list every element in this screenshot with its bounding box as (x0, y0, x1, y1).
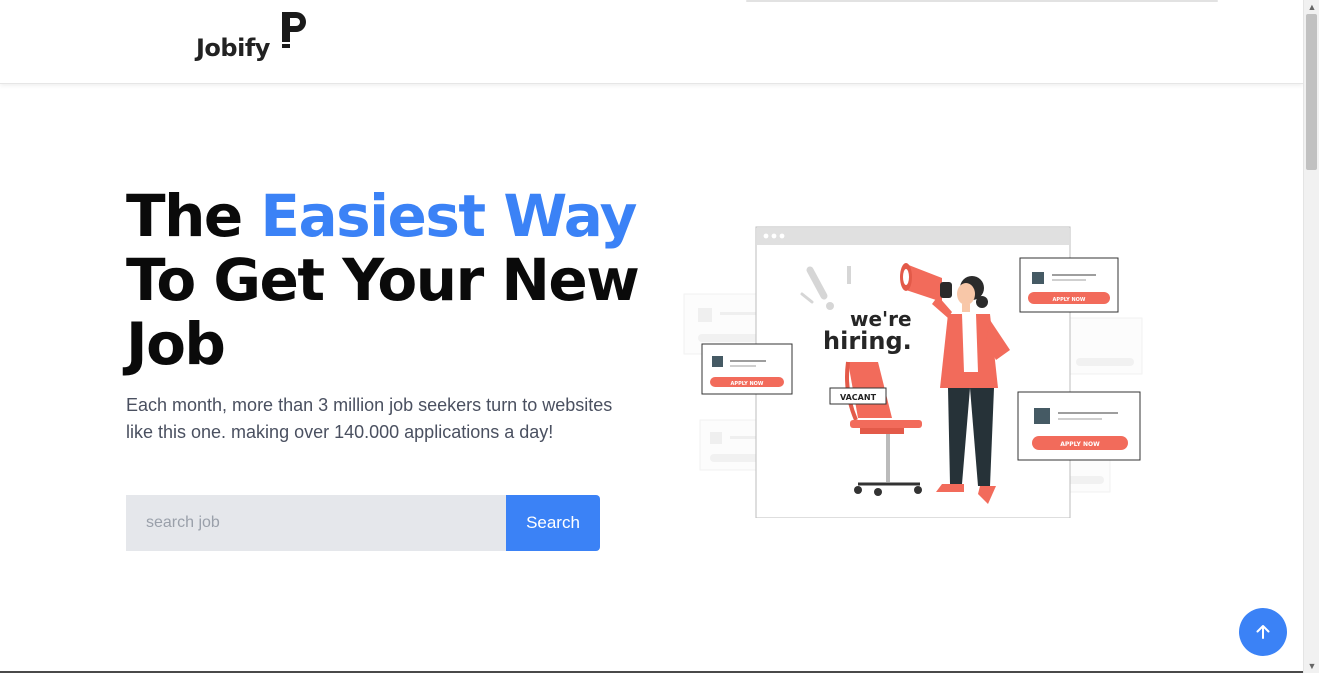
apply-label: APPLY NOW (1060, 441, 1100, 448)
job-card: APPLY NOW (701, 343, 793, 395)
faded-job-card (1067, 317, 1143, 375)
logo-mark-icon (282, 12, 306, 48)
scroll-up-arrow-icon[interactable]: ▲ (1304, 0, 1319, 14)
search-input[interactable] (126, 495, 506, 551)
hero-description: Each month, more than 3 million job seek… (126, 395, 613, 442)
job-card: APPLY NOW (1019, 257, 1119, 313)
apply-label: APPLY NOW (1053, 297, 1086, 303)
job-card: APPLY NOW (1017, 391, 1141, 461)
back-to-top-button[interactable] (1239, 608, 1287, 656)
search-button[interactable]: Search (506, 495, 600, 551)
top-strip (746, 0, 1218, 2)
job-search-form: Search (126, 495, 600, 551)
vacant-sign: VACANT (829, 387, 887, 405)
hero-title-part1: The (126, 182, 261, 250)
site-header: Jobify (0, 0, 1303, 84)
arrow-up-icon (1256, 625, 1270, 639)
scrollbar-thumb[interactable] (1306, 14, 1317, 170)
hero-title-accent: Easiest Way (260, 182, 637, 250)
brand-logo[interactable]: Jobify (196, 10, 318, 66)
hero-title: The Easiest Way To Get Your New Job (126, 184, 666, 376)
apply-label: APPLY NOW (731, 381, 764, 387)
hero-title-part2: To Get Your New Job (126, 246, 640, 378)
hiring-illustration: we're hiring. VACANT APPLY NOW APPLY NOW… (683, 226, 1143, 518)
scroll-down-arrow-icon[interactable]: ▼ (1304, 659, 1319, 673)
page-scrollbar[interactable]: ▲ ▼ (1303, 0, 1319, 673)
vacant-label: VACANT (840, 393, 877, 402)
headline-line2: hiring. (823, 327, 912, 355)
brand-name: Jobify (196, 34, 270, 62)
